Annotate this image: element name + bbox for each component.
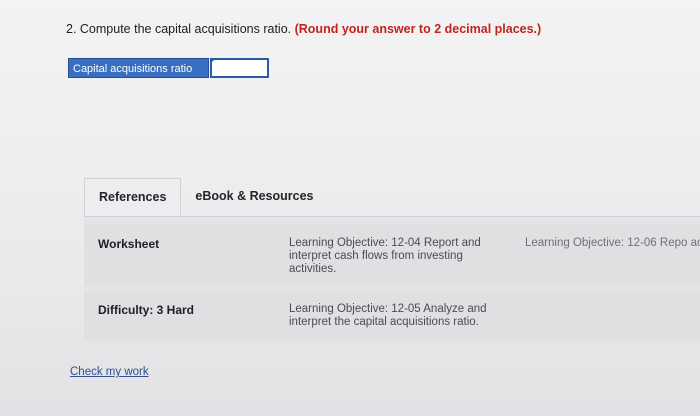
learning-objective-12-06: Learning Objective: 12-06 Repo activitie… (525, 237, 700, 249)
answer-row: Capital acquisitions ratio (68, 58, 269, 78)
tab-ebook-resources[interactable]: eBook & Resources (181, 178, 327, 216)
input-marker-icon (211, 58, 216, 63)
difficulty-row: Difficulty: 3 Hard Learning Objective: 1… (84, 291, 700, 341)
rounding-hint: (Round your answer to 2 decimal places.) (294, 22, 542, 36)
learning-objective-12-04: Learning Objective: 12-04 Report and int… (289, 237, 481, 275)
resource-tabs: References eBook & Resources (84, 178, 328, 216)
worksheet-row: Worksheet Learning Objective: 12-04 Repo… (84, 225, 700, 285)
worksheet-link[interactable]: Worksheet (98, 237, 159, 251)
question-prompt: 2. Compute the capital acquisitions rati… (66, 22, 292, 36)
check-my-work-link[interactable]: Check my work (70, 366, 149, 378)
tab-references[interactable]: References (84, 178, 182, 216)
capital-acquisitions-ratio-input[interactable] (210, 58, 269, 78)
difficulty-label: Difficulty: 3 Hard (98, 303, 195, 317)
answer-label: Capital acquisitions ratio (68, 58, 209, 78)
references-panel: Worksheet Learning Objective: 12-04 Repo… (84, 216, 700, 345)
learning-objective-12-05: Learning Objective: 12-05 Analyze and in… (289, 303, 487, 328)
question-text: 2. Compute the capital acquisitions rati… (66, 22, 541, 36)
